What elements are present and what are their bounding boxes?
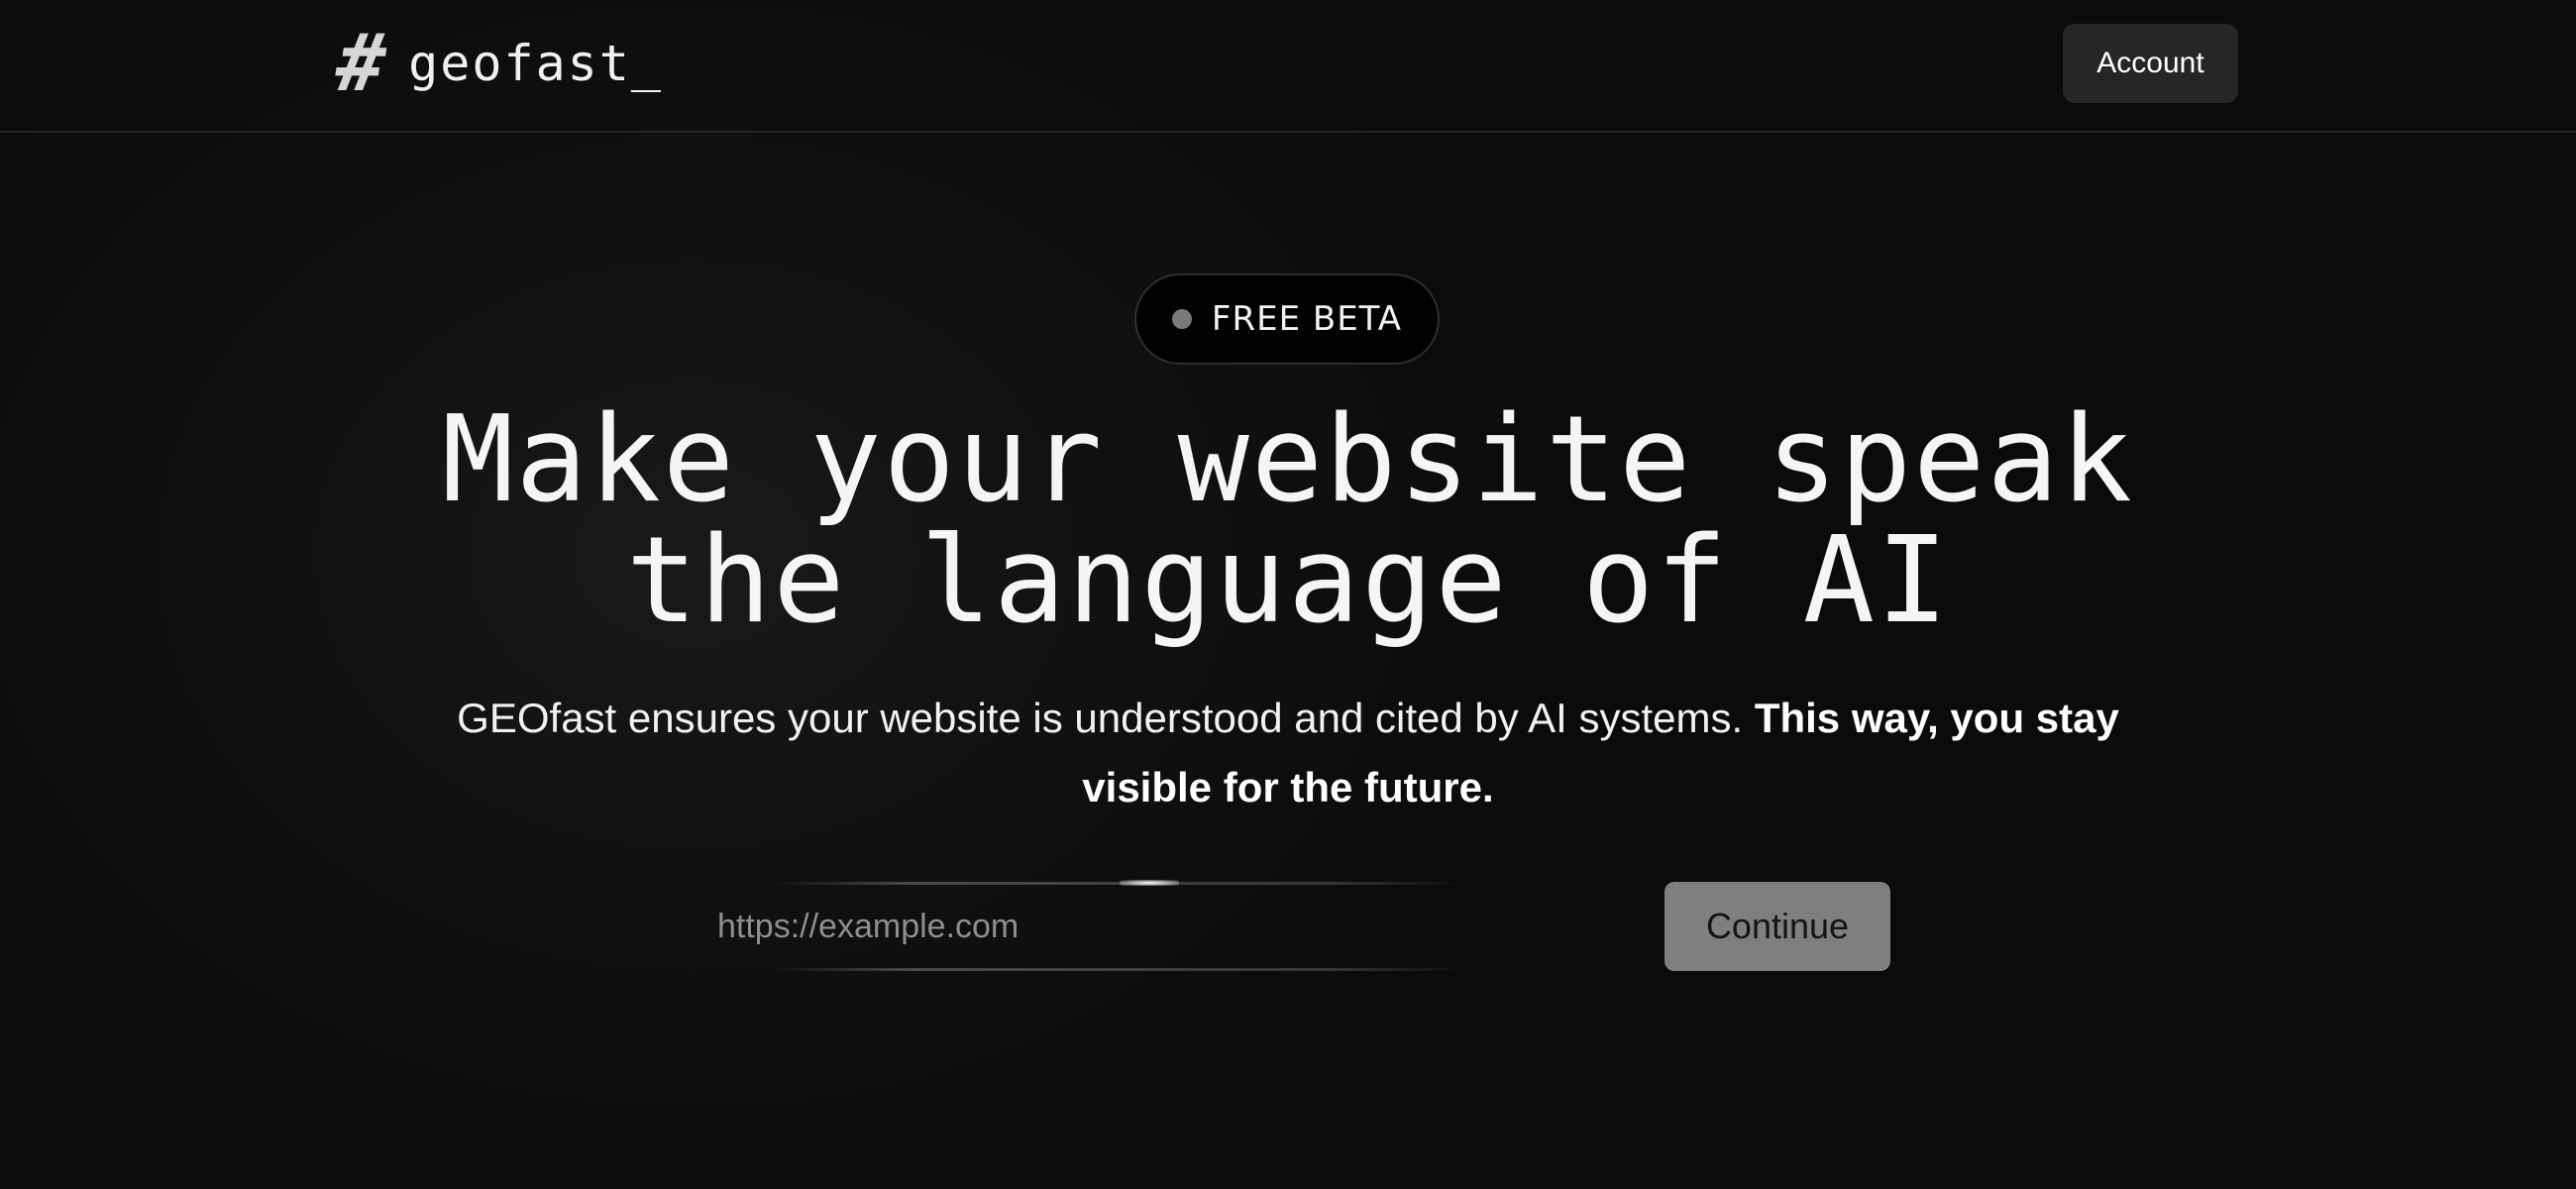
hero-subtitle: GEOfast ensures your website is understo… bbox=[396, 684, 2180, 822]
top-nav: # geofast_ Account bbox=[0, 0, 2576, 133]
hero-headline-line2: the language of AI bbox=[625, 512, 1951, 650]
logo-link[interactable]: # geofast_ bbox=[331, 17, 663, 109]
continue-button[interactable]: Continue bbox=[1664, 882, 1890, 971]
status-dot-icon bbox=[1171, 309, 1192, 329]
url-input[interactable] bbox=[694, 885, 1546, 968]
account-button[interactable]: Account bbox=[2063, 24, 2238, 103]
url-input-container bbox=[694, 880, 1546, 971]
landing-page: # geofast_ Account FREE BETA Make your w… bbox=[0, 0, 2576, 1189]
beta-badge: FREE BETA bbox=[1134, 273, 1440, 365]
hero-subtitle-regular: GEOfast ensures your website is understo… bbox=[457, 695, 1744, 741]
logo-wordmark: geofast_ bbox=[408, 35, 663, 92]
beta-badge-label: FREE BETA bbox=[1211, 299, 1403, 339]
hero-headline: Make your website speak the language of … bbox=[297, 400, 2279, 642]
hash-icon: # bbox=[330, 17, 391, 109]
hero-headline-line1: Make your website speak bbox=[442, 391, 2134, 529]
